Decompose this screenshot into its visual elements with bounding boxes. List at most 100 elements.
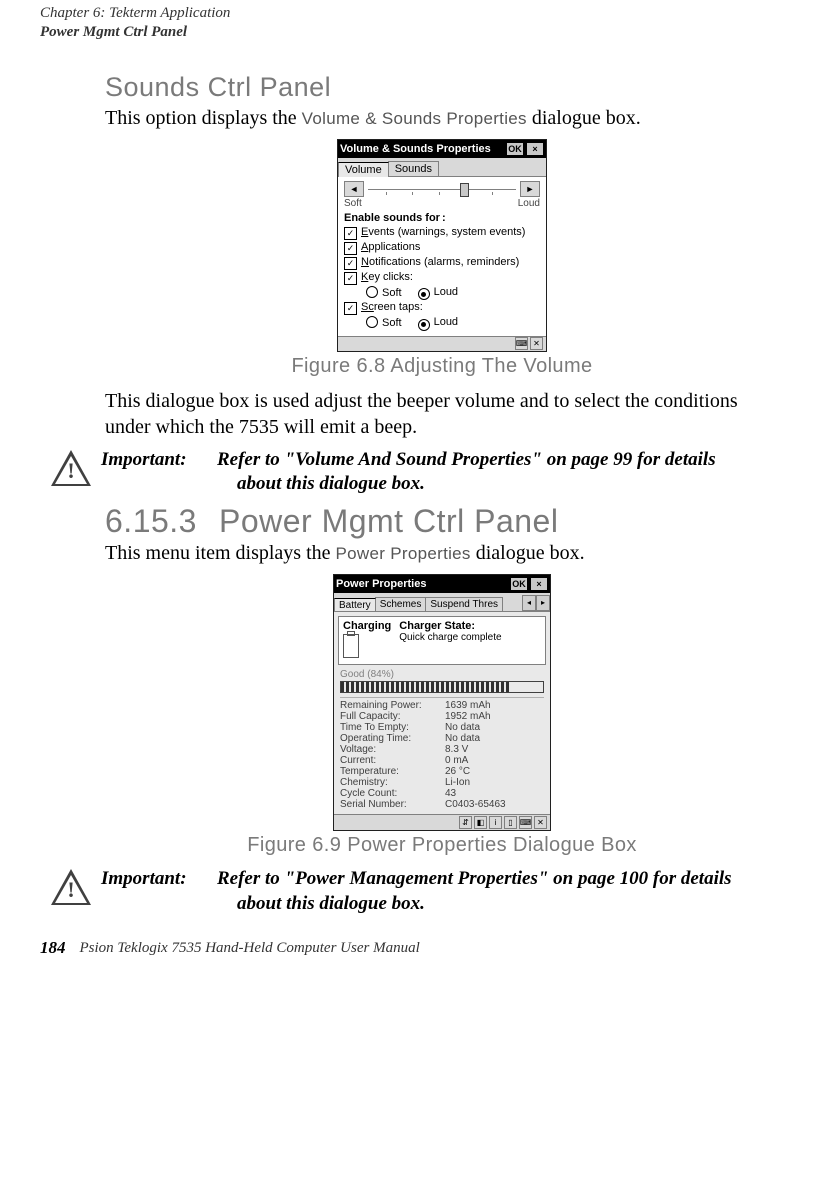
checkbox-applications[interactable] xyxy=(344,242,357,255)
tab-scroll-left[interactable]: ◂ xyxy=(522,595,536,611)
tab-scroll-right[interactable]: ▸ xyxy=(536,595,550,611)
page-number: 184 xyxy=(40,938,66,958)
power-data-label: Temperature: xyxy=(340,766,445,777)
page-footer: 184 Psion Teklogix 7535 Hand-Held Comput… xyxy=(40,938,789,958)
tray-signal-icon[interactable]: ◧ xyxy=(474,816,487,829)
power-data-label: Remaining Power: xyxy=(340,700,445,711)
volume-sounds-dialog: Volume & Sounds Properties OK × Volume S… xyxy=(337,139,547,352)
checkbox-screen-taps[interactable] xyxy=(344,302,357,315)
footer-title: Psion Teklogix 7535 Hand-Held Computer U… xyxy=(80,940,420,957)
slider-label-soft: Soft xyxy=(344,198,362,209)
warning-icon: ! xyxy=(51,450,91,490)
important-label: Important: xyxy=(101,448,217,473)
power-data-label: Voltage: xyxy=(340,744,445,755)
label-notifications: Notifications (alarms, reminders) xyxy=(361,256,519,268)
volume-decrease-button[interactable]: ◄ xyxy=(344,181,364,197)
power-intro: This menu item displays the Power Proper… xyxy=(105,540,779,566)
radio-key-loud[interactable] xyxy=(418,288,430,300)
checkbox-events[interactable] xyxy=(344,227,357,240)
power-close-button[interactable]: × xyxy=(530,577,548,591)
important-text-line1: Refer to "Power Management Properties" o… xyxy=(217,868,732,889)
power-data-label: Operating Time: xyxy=(340,733,445,744)
power-data-label: Cycle Count: xyxy=(340,788,445,799)
warning-icon: ! xyxy=(51,869,91,909)
close-button[interactable]: × xyxy=(526,142,544,156)
sounds-intro-post: dialogue box. xyxy=(527,107,641,129)
radio-group-screen-taps: Soft Loud xyxy=(344,316,540,331)
power-data-row: Chemistry:Li-Ion xyxy=(340,777,544,788)
header-section: Power Mgmt Ctrl Panel xyxy=(40,23,789,42)
label-applications: Applications xyxy=(361,241,420,253)
tray-info-icon[interactable]: i xyxy=(489,816,502,829)
power-data-value: No data xyxy=(445,733,480,744)
power-tab-strip: Battery Schemes Suspend Thres ◂ ▸ xyxy=(334,593,550,612)
header-chapter: Chapter 6: Tekterm Application xyxy=(40,4,789,23)
tray-close-icon[interactable]: ✕ xyxy=(530,337,543,350)
power-data-value: 43 xyxy=(445,788,456,799)
tab-sounds[interactable]: Sounds xyxy=(388,161,439,176)
power-data-label: Full Capacity: xyxy=(340,711,445,722)
sip-icon[interactable]: ⌨ xyxy=(515,337,528,350)
label-key-clicks: Key clicks: xyxy=(361,271,413,283)
radio-key-soft[interactable] xyxy=(366,286,378,298)
power-ok-button[interactable]: OK xyxy=(510,577,528,591)
power-data-value: 1639 mAh xyxy=(445,700,491,711)
power-data-row: Full Capacity:1952 mAh xyxy=(340,711,544,722)
sounds-intro-pre: This option displays the xyxy=(105,107,302,129)
dialog-titlebar[interactable]: Volume & Sounds Properties OK × xyxy=(338,140,546,158)
power-data-row: Serial Number:C0403-65463 xyxy=(340,799,544,810)
power-intro-post: dialogue box. xyxy=(471,542,585,564)
power-data-list: Remaining Power:1639 mAhFull Capacity:19… xyxy=(340,697,544,810)
power-data-value: 0 mA xyxy=(445,755,468,766)
tray-sip-icon[interactable]: ⌨ xyxy=(519,816,532,829)
power-data-label: Current: xyxy=(340,755,445,766)
page-header: Chapter 6: Tekterm Application Power Mgm… xyxy=(40,0,789,42)
checkbox-key-clicks[interactable] xyxy=(344,272,357,285)
radio-screen-soft[interactable] xyxy=(366,316,378,328)
radio-screen-loud[interactable] xyxy=(418,319,430,331)
tab-suspend-threshold[interactable]: Suspend Thres xyxy=(425,597,503,611)
power-data-value: No data xyxy=(445,722,480,733)
power-data-row: Remaining Power:1639 mAh xyxy=(340,700,544,711)
power-data-row: Operating Time:No data xyxy=(340,733,544,744)
power-data-value: C0403-65463 xyxy=(445,799,506,810)
dialog-title: Volume & Sounds Properties xyxy=(340,143,504,155)
battery-good-label: Good (84%) xyxy=(340,669,544,680)
power-data-row: Current:0 mA xyxy=(340,755,544,766)
important-note-power: ! Important:Refer to "Power Management P… xyxy=(51,867,779,916)
power-titlebar[interactable]: Power Properties OK × xyxy=(334,575,550,593)
volume-slider[interactable] xyxy=(368,182,516,196)
figure-6-8-caption: Figure 6.8 Adjusting The Volume xyxy=(105,355,779,378)
important-text-line2: about this dialogue box. xyxy=(237,892,732,917)
power-intro-term: Power Properties xyxy=(336,544,471,563)
tray-battery-icon[interactable]: ▯ xyxy=(504,816,517,829)
tab-battery[interactable]: Battery xyxy=(334,598,376,612)
battery-progress-bar xyxy=(340,681,544,693)
tray-icon-1[interactable]: ⇵ xyxy=(459,816,472,829)
charger-state-label: Charger State: xyxy=(399,620,501,632)
power-data-row: Time To Empty:No data xyxy=(340,722,544,733)
ok-button[interactable]: OK xyxy=(506,142,524,156)
sounds-heading: Sounds Ctrl Panel xyxy=(105,72,779,103)
enable-sounds-label: Enable sounds for: xyxy=(344,212,540,224)
power-data-row: Temperature:26 °C xyxy=(340,766,544,777)
power-data-row: Voltage:8.3 V xyxy=(340,744,544,755)
power-properties-dialog: Power Properties OK × Battery Schemes Su… xyxy=(333,574,551,831)
label-events: Events (warnings, system events) xyxy=(361,226,525,238)
volume-slider-row: ◄ ► xyxy=(344,181,540,197)
checkbox-notifications[interactable] xyxy=(344,257,357,270)
power-intro-pre: This menu item displays the xyxy=(105,542,336,564)
figure-6-9-caption: Figure 6.9 Power Properties Dialogue Box xyxy=(105,834,779,857)
battery-icon xyxy=(343,634,359,658)
tray-close-icon[interactable]: ✕ xyxy=(534,816,547,829)
slider-label-loud: Loud xyxy=(518,198,540,209)
power-data-label: Serial Number: xyxy=(340,799,445,810)
power-data-value: 8.3 V xyxy=(445,744,468,755)
tab-schemes[interactable]: Schemes xyxy=(375,597,427,611)
tab-volume[interactable]: Volume xyxy=(338,162,389,177)
power-data-value: 26 °C xyxy=(445,766,470,777)
volume-increase-button[interactable]: ► xyxy=(520,181,540,197)
sounds-intro: This option displays the Volume & Sounds… xyxy=(105,105,779,131)
power-data-label: Chemistry: xyxy=(340,777,445,788)
power-section-heading: 6.15.3Power Mgmt Ctrl Panel xyxy=(105,503,779,540)
